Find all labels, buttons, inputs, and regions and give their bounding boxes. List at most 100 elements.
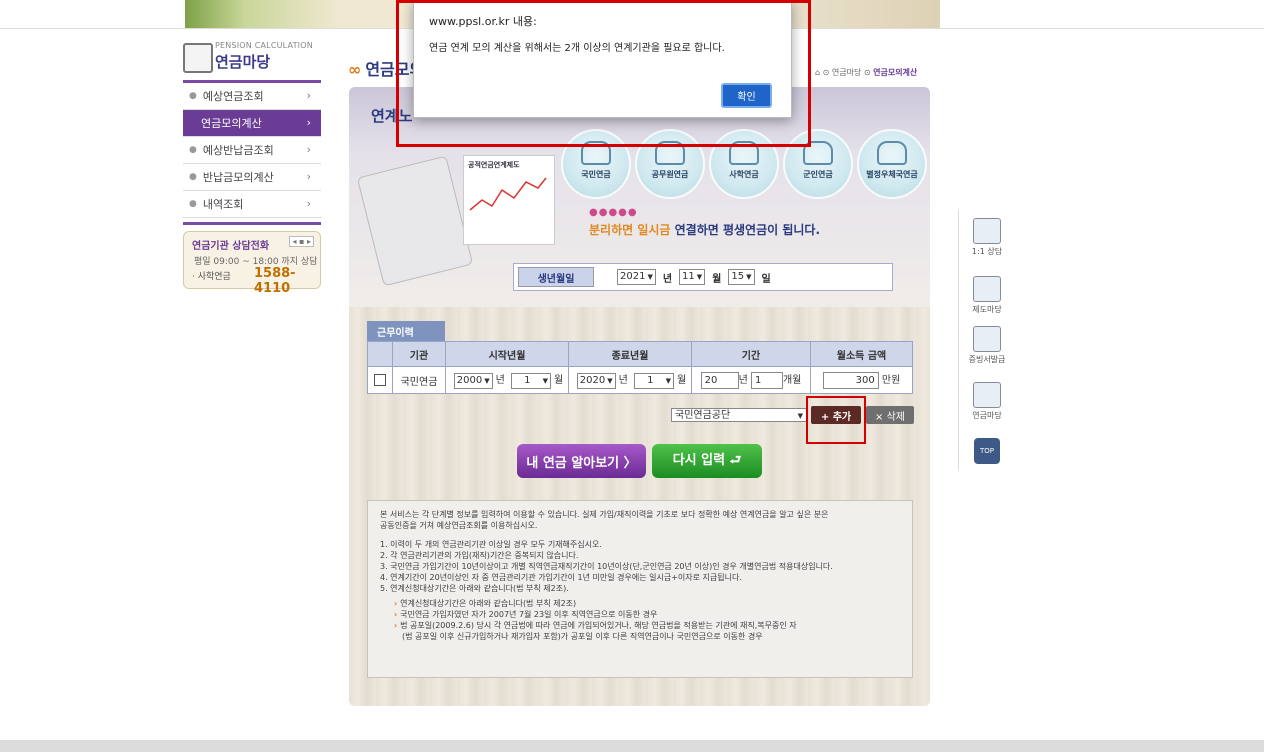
years-unit: 년 xyxy=(738,375,748,386)
birthdate-label: 생년월일 xyxy=(518,267,594,287)
highlight-box xyxy=(806,396,866,444)
calculate-pension-button[interactable]: 내 연금 알아보기 〉 xyxy=(517,444,646,478)
nav-item-pension-simulation[interactable]: 연금모의계산 › xyxy=(183,110,321,137)
chevron-right-icon: › xyxy=(306,116,311,129)
breadcrumb-current: 연금모의계산 xyxy=(873,68,918,77)
birth-month-select[interactable]: 11 ▼ xyxy=(679,269,706,285)
logo-icon: ∞ xyxy=(348,60,362,79)
table-header: 기관 xyxy=(392,341,446,367)
start-year-select[interactable]: 2000 ▼ xyxy=(453,373,493,389)
info-sub-item: › 국민연금 가입자였던 자가 2007년 7월 23일 이후 직역연금으로 이… xyxy=(394,609,900,620)
nav-item-label: 예상반납금조회 xyxy=(202,144,274,157)
info-sub-text-cont: (법 공포일 이후 신규가입하거나 재가입자 포함)가 공포일 이후 다른 직역… xyxy=(402,632,763,641)
brand-subtitle: PENSION CALCULATION xyxy=(215,41,313,50)
quick-label: 제도마당 xyxy=(972,305,1002,314)
quick-certificate[interactable]: 증빙서발급 xyxy=(965,326,1009,365)
delete-button[interactable]: × 삭제 xyxy=(866,406,914,424)
quick-label: 연금마당 xyxy=(972,411,1002,420)
chevron-down-icon: ▼ xyxy=(746,273,752,281)
agency-label: 별정우체국연금 xyxy=(866,170,918,179)
period-months-input[interactable]: 1 xyxy=(750,372,783,389)
slogan: 분리하면 일시금 연결하면 평생연금이 됩니다. xyxy=(589,221,820,238)
end-month-value: 1 xyxy=(647,375,654,386)
nav-item-history[interactable]: ● 내역조회 › xyxy=(183,191,321,218)
row-end-cell: 2020 ▼ 년 1 ▼ 월 xyxy=(568,366,692,394)
bullet-icon: ● xyxy=(189,91,197,101)
bullet-icon: ● xyxy=(189,145,197,155)
work-history-table: 기관 시작년월 종료년월 기간 월소득 금액 국민연금 2000 ▼ 년 1 ▼ 월 2… xyxy=(367,341,913,394)
start-month-value: 1 xyxy=(524,375,531,386)
trend-line-icon xyxy=(469,177,547,211)
info-sub-text: 연계신청대상기간은 아래와 같습니다(법 부칙 제2조) xyxy=(400,599,577,608)
nav-item-expected-pension[interactable]: ● 예상연금조회 › xyxy=(183,83,321,110)
agency-label: 군인연금 xyxy=(803,170,833,179)
period-years-input[interactable]: 20 xyxy=(700,372,739,389)
chevron-down-icon: ▼ xyxy=(542,377,549,385)
row-start-cell: 2000 ▼ 년 1 ▼ 월 xyxy=(445,366,569,394)
agency-label: 국민연금 xyxy=(581,170,611,179)
slogan-part-a: 분리하면 일시금 xyxy=(589,223,675,237)
certificate-icon xyxy=(973,326,1001,352)
agency-label: 공무원연금 xyxy=(651,170,689,179)
nav-item-label: 연금모의계산 xyxy=(201,117,262,130)
nav-item-refund-simulation[interactable]: ● 반납금모의계산 › xyxy=(183,164,321,191)
agency-label: 사학연금 xyxy=(729,170,759,179)
birth-year-value: 2021 xyxy=(620,271,646,282)
birth-day-value: 15 xyxy=(731,271,745,282)
birthdate-row: 생년월일 2021 ▼ 년 11 ▼ 월 15 ▼ 일 xyxy=(513,263,893,291)
end-month-select[interactable]: 1 ▼ xyxy=(634,373,675,389)
table-header: 종료년월 xyxy=(568,341,692,367)
breadcrumb-home[interactable]: ⌂ ⊙ 연금마당 ⊙ xyxy=(815,68,871,77)
chevron-down-icon: ▼ xyxy=(484,377,490,385)
quick-label: 1:1 상담 xyxy=(971,247,1003,256)
end-year-value: 2020 xyxy=(579,375,606,386)
chevron-right-icon: › xyxy=(306,197,311,210)
chevron-right-icon: › xyxy=(306,143,311,156)
quick-menu: 1:1 상담 제도마당 증빙서발급 연금마당 TOP xyxy=(958,210,1009,470)
birth-year-select[interactable]: 2021 ▼ xyxy=(617,269,656,285)
table-header: 시작년월 xyxy=(445,341,569,367)
table-header: 월소득 금액 xyxy=(810,341,913,367)
calculator-icon xyxy=(356,155,474,287)
highlight-frame xyxy=(396,0,811,147)
year-unit: 년 xyxy=(495,375,505,386)
info-intro-2: 공동인증을 거쳐 예상연금조회를 이용하십시오. xyxy=(380,521,538,530)
agency-select[interactable]: 국민연금공단 ▼ xyxy=(671,408,807,422)
day-unit: 일 xyxy=(761,273,771,285)
contact-phone: 1588-4110 xyxy=(254,266,296,296)
reset-button[interactable]: 다시 입력 ⮐ xyxy=(652,444,762,478)
info-item: 3. 국민연금 가입기간이 10년이상이고 개별 직역연금재직기간이 10년이상… xyxy=(380,562,833,571)
chevron-right-icon: › xyxy=(306,170,311,183)
info-sub-text: 국민연금 가입자였던 자가 2007년 7월 23일 이후 직역연금으로 이동한… xyxy=(400,610,658,619)
brand-title: 연금마당 xyxy=(215,53,271,71)
row-checkbox-cell xyxy=(367,366,393,394)
nav-item-label: 반납금모의계산 xyxy=(202,171,274,184)
row-agency: 국민연금 xyxy=(392,366,446,394)
quick-consult[interactable]: 1:1 상담 xyxy=(965,218,1009,257)
quick-pension[interactable]: 연금마당 xyxy=(965,382,1009,421)
end-year-select[interactable]: 2020 ▼ xyxy=(576,373,616,389)
nav-item-label: 내역조회 xyxy=(202,198,244,211)
contact-pager-icon[interactable]: ◂ ▪ ▸ xyxy=(289,236,314,247)
top-button[interactable]: TOP xyxy=(965,438,1009,464)
birth-month-value: 11 xyxy=(682,271,695,282)
table-header-row: 기관 시작년월 종료년월 기간 월소득 금액 xyxy=(367,341,913,367)
income-input[interactable]: 300 xyxy=(822,372,879,389)
quick-system[interactable]: 제도마당 xyxy=(965,276,1009,315)
work-history-tab: 근무이력 xyxy=(367,321,445,341)
birth-day-select[interactable]: 15 ▼ xyxy=(728,269,755,285)
chevron-down-icon: ▼ xyxy=(647,273,653,281)
agency-select-value: 국민연금공단 xyxy=(675,410,731,421)
info-item: 1. 이력이 두 개의 연금관리기관 이상일 경우 모두 기재해주십시오. xyxy=(380,540,602,549)
nav-divider xyxy=(183,222,321,225)
chevron-down-icon: ▼ xyxy=(665,377,672,385)
info-intro-1: 본 서비스는 각 단계별 정보를 입력하여 이용할 수 있습니다. 실제 가입/… xyxy=(380,510,829,519)
table-row: 국민연금 2000 ▼ 년 1 ▼ 월 2020 ▼ 년 1 ▼ 월 20 년 1 개월 300 만… xyxy=(367,366,913,394)
nav-item-expected-refund[interactable]: ● 예상반납금조회 › xyxy=(183,137,321,164)
row-checkbox[interactable] xyxy=(374,374,386,386)
start-month-select[interactable]: 1 ▼ xyxy=(511,373,552,389)
info-sub-item: › 연계신청대상기간은 아래와 같습니다(법 부칙 제2조) xyxy=(394,598,900,609)
chart-paper-illustration: 공적연금연계제도 xyxy=(463,155,555,245)
bullet-icon: ● xyxy=(189,172,197,182)
chevron-down-icon: ▼ xyxy=(797,412,803,420)
